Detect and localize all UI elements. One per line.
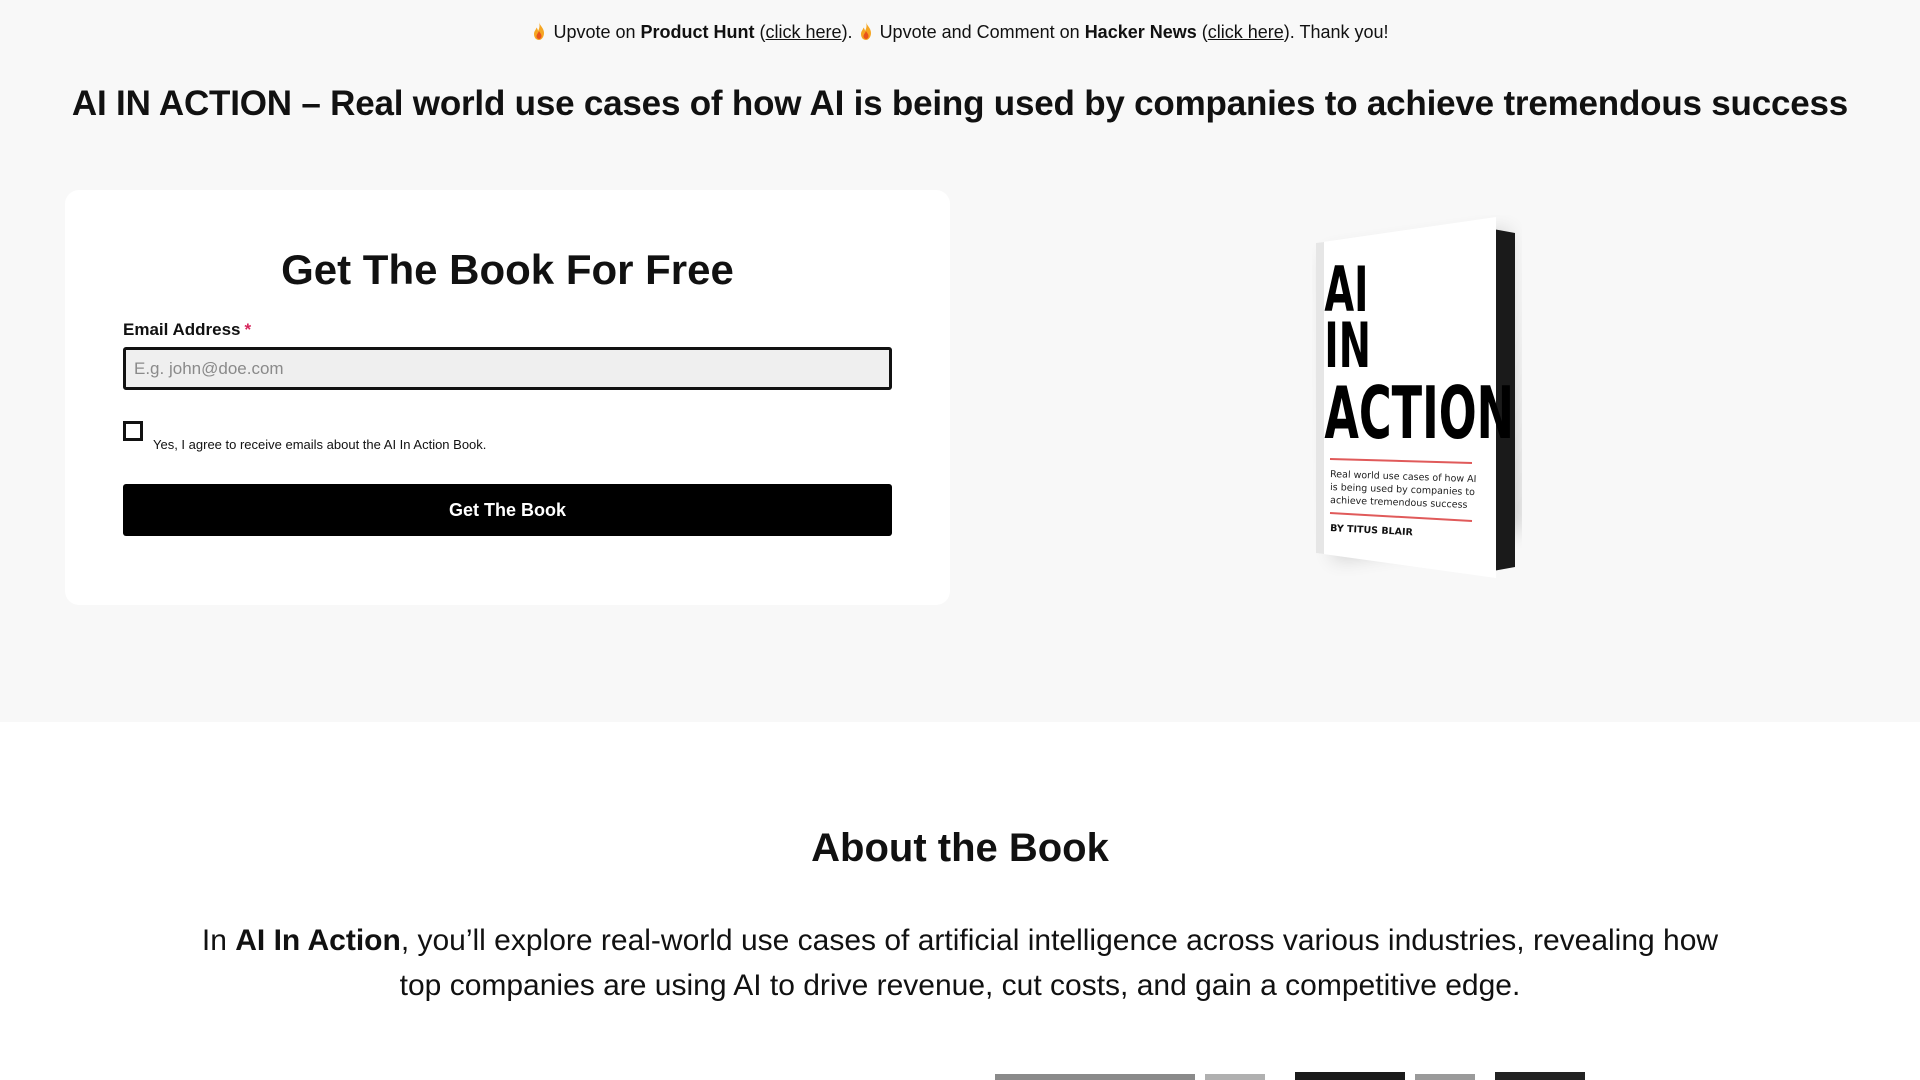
email-label-text: Email Address xyxy=(123,320,241,339)
book-title-line3: ACTION xyxy=(1324,372,1514,456)
hacker-news-link[interactable]: click here xyxy=(1208,22,1284,42)
consent-label: Yes, I agree to receive emails about the… xyxy=(153,437,487,452)
get-book-button[interactable]: Get The Book xyxy=(123,484,892,536)
hero-section: Upvote on Product Hunt (click here). Upv… xyxy=(0,0,1920,722)
consent-checkbox[interactable] xyxy=(123,421,143,441)
about-section-title: About the Book xyxy=(811,826,1109,870)
announcement-banner: Upvote on Product Hunt (click here). Upv… xyxy=(0,22,1920,43)
about-intro-rest: , you’ll explore real-world use cases of… xyxy=(399,924,1719,1002)
book-cover-image: AI IN ACTION Real world use cases of how… xyxy=(1312,215,1522,585)
form-title: Get The Book For Free xyxy=(281,246,734,293)
about-intro-prefix: In xyxy=(201,924,236,957)
email-field[interactable] xyxy=(123,347,892,390)
about-description: In AI In Action, you’ll explore real-wor… xyxy=(190,918,1730,1008)
about-book-name: AI In Action xyxy=(235,924,401,957)
required-asterisk: * xyxy=(244,320,252,339)
banner-thanks: Thank you! xyxy=(1299,22,1389,42)
product-hunt-name: Product Hunt xyxy=(640,22,755,42)
hacker-news-name: Hacker News xyxy=(1084,22,1197,42)
page-headline: AI IN ACTION – Real world use cases of h… xyxy=(71,84,1849,123)
fire-icon xyxy=(534,22,545,40)
book-cover-graphic: AI IN ACTION Real world use cases of how… xyxy=(1316,217,1522,578)
fire-icon xyxy=(860,22,871,40)
banner-text-1: Upvote on xyxy=(553,22,641,42)
signup-form-card: Get The Book For Free Email Address* Yes… xyxy=(65,190,950,605)
email-label: Email Address * xyxy=(123,320,251,340)
product-hunt-link[interactable]: click here xyxy=(766,22,842,42)
banner-text-2: Upvote and Comment on xyxy=(879,22,1085,42)
photo-strip-image xyxy=(995,1072,1585,1080)
